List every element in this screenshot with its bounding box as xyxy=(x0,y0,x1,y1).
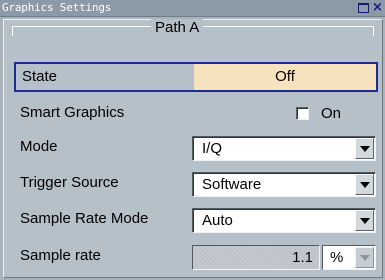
sample-rate-value: 1.1 xyxy=(292,249,313,266)
close-icon[interactable]: × xyxy=(371,1,384,14)
window-title: Graphics Settings xyxy=(2,1,112,14)
smart-graphics-control[interactable]: On xyxy=(296,105,341,122)
mode-value: I/Q xyxy=(202,140,223,157)
chevron-down-icon xyxy=(360,218,370,224)
trigger-source-row: Trigger Source Software xyxy=(10,170,378,198)
mode-row: Mode I/Q xyxy=(10,134,378,162)
sample-rate-row: Sample rate 1.1 % xyxy=(10,243,378,271)
sample-rate-mode-label: Sample Rate Mode xyxy=(20,210,149,227)
smart-graphics-row: Smart Graphics On xyxy=(10,100,378,128)
smart-graphics-check-label[interactable]: On xyxy=(321,105,341,122)
window-controls: × xyxy=(357,1,384,14)
mode-label: Mode xyxy=(20,138,58,155)
smart-graphics-checkbox[interactable] xyxy=(296,107,309,120)
sample-rate-unit-select: % xyxy=(322,245,376,270)
maximize-icon[interactable] xyxy=(357,2,370,14)
sample-rate-mode-select[interactable]: Auto xyxy=(192,208,376,233)
sample-rate-mode-value: Auto xyxy=(202,212,233,229)
chevron-down-icon xyxy=(360,255,370,261)
trigger-source-label: Trigger Source xyxy=(20,174,119,191)
trigger-source-select[interactable]: Software xyxy=(192,172,376,197)
sample-rate-unit: % xyxy=(330,249,344,266)
title-bar[interactable]: Graphics Settings × xyxy=(0,0,385,17)
trigger-source-dropdown-button[interactable] xyxy=(355,174,374,195)
sample-rate-mode-dropdown-button[interactable] xyxy=(355,210,374,231)
state-label: State xyxy=(22,68,58,85)
mode-select[interactable]: I/Q xyxy=(192,136,376,161)
state-row[interactable]: State Off xyxy=(14,62,378,92)
sample-rate-field: 1.1 xyxy=(192,245,320,270)
chevron-down-icon xyxy=(360,182,370,188)
sample-rate-label: Sample rate xyxy=(20,247,101,264)
trigger-source-value: Software xyxy=(202,176,262,193)
smart-graphics-label: Smart Graphics xyxy=(20,104,125,121)
group-title: Path A xyxy=(151,19,204,36)
sample-rate-mode-row: Sample Rate Mode Auto xyxy=(10,206,378,234)
mode-dropdown-button[interactable] xyxy=(355,138,374,159)
sample-rate-unit-dropdown-button xyxy=(355,247,374,268)
state-toggle[interactable]: Off xyxy=(194,64,376,90)
chevron-down-icon xyxy=(360,146,370,152)
